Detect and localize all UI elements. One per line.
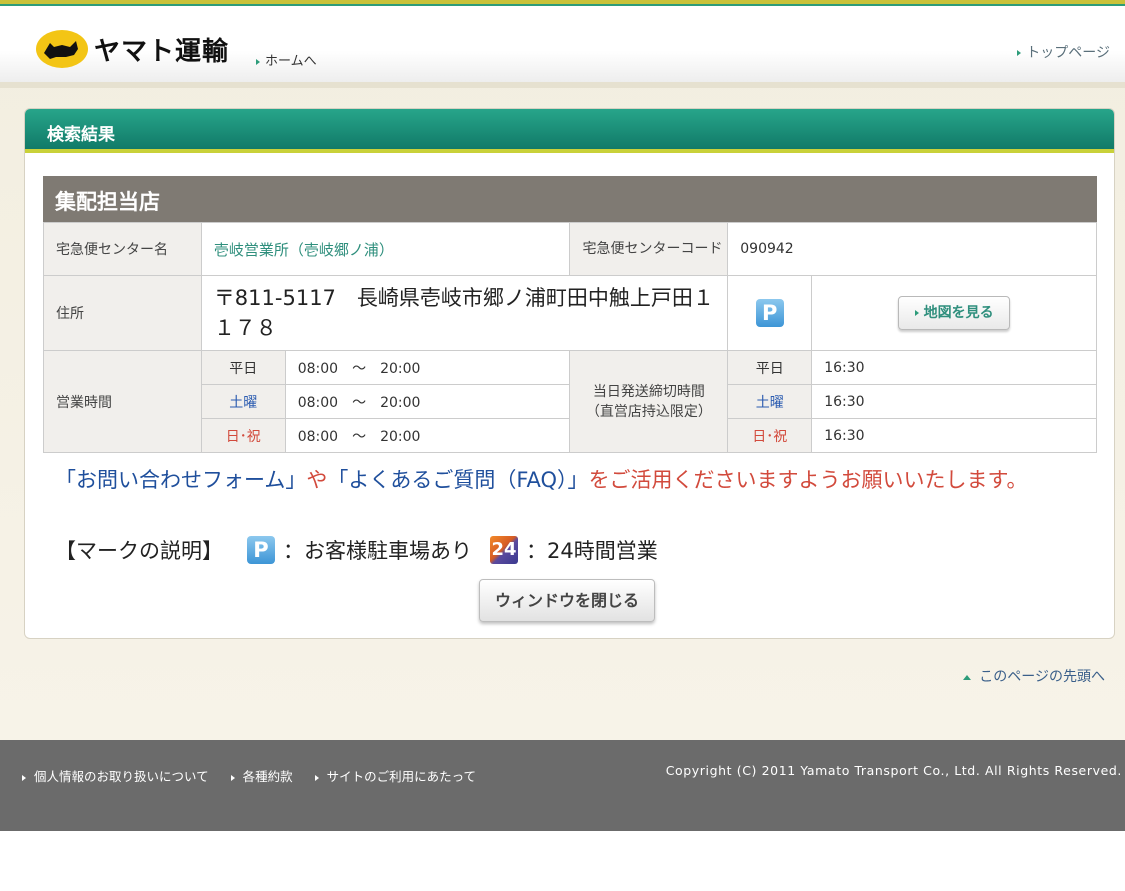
arrow-right-icon [914, 310, 919, 316]
hours-time-sunday: 08:00 〜 20:00 [284, 418, 571, 453]
open-24h-legend-text: ：24時間営業 [526, 539, 658, 563]
legend-title: 【マークの説明】 [55, 539, 223, 563]
center-name-link[interactable]: 壱岐営業所（壱岐郷ノ浦） [214, 241, 394, 259]
parking-icon: P [755, 299, 784, 327]
cutoff-day-weekday: 平日 [727, 350, 813, 385]
center-name-label: 宅急便センター名 [43, 222, 202, 276]
notice-conjunction: や [306, 468, 328, 492]
arrow-up-icon [963, 674, 972, 680]
cutoff-time-weekday: 16:30 [811, 350, 1097, 385]
hours-day-sunday: 日･祝 [200, 418, 286, 453]
hours-time-weekday: 08:00 〜 20:00 [284, 350, 571, 385]
footer-link-terms[interactable]: 各種約款 [230, 766, 293, 785]
footer-link-label: 各種約款 [242, 769, 293, 784]
cutoff-day-sunday: 日･祝 [727, 418, 813, 453]
table-row: 宅急便センター名 壱岐営業所（壱岐郷ノ浦） 宅急便センターコード 090942 [43, 222, 1097, 276]
top-page-link-label: トップページ [1026, 45, 1110, 61]
arrow-right-icon [1017, 50, 1022, 56]
office-info-table: 宅急便センター名 壱岐営業所（壱岐郷ノ浦） 宅急便センターコード 090942 … [43, 222, 1097, 453]
map-cell: 地図を見る [811, 275, 1097, 351]
hours-day-weekday: 平日 [200, 350, 286, 385]
black-cat-logo-icon [36, 30, 88, 68]
view-map-button[interactable]: 地図を見る [898, 296, 1011, 330]
copyright-text: Copyright (C) 2011 Yamato Transport Co.,… [665, 763, 1122, 778]
footer-link-site-usage[interactable]: サイトのご利用にあたって [314, 766, 477, 785]
footer-links: 個人情報のお取り扱いについて 各種約款 サイトのご利用にあたって [22, 766, 498, 785]
hours-time-saturday: 08:00 〜 20:00 [284, 384, 571, 419]
cutoff-time-sunday: 16:30 [811, 418, 1097, 453]
search-results-panel: 検索結果 集配担当店 宅急便センター名 壱岐営業所（壱岐郷ノ浦） 宅急便センター… [24, 108, 1115, 639]
center-code-label: 宅急便センターコード [569, 222, 729, 276]
delivery-office-section: 集配担当店 宅急便センター名 壱岐営業所（壱岐郷ノ浦） 宅急便センターコード 0… [43, 176, 1097, 453]
home-link[interactable]: ホームへ [256, 50, 317, 69]
cutoff-label-line1: 当日発送締切時間 [592, 383, 705, 400]
address-label: 住所 [43, 275, 202, 351]
center-name-cell: 壱岐営業所（壱岐郷ノ浦） [200, 222, 571, 276]
contact-form-link[interactable]: 「お問い合わせフォーム」 [55, 468, 306, 492]
cutoff-time-saturday: 16:30 [811, 384, 1097, 419]
table-row: 営業時間 平日 08:00 〜 20:00 当日発送締切時間 （直営店持込限定）… [43, 350, 1097, 453]
view-map-label: 地図を見る [923, 305, 994, 321]
close-window-button[interactable]: ウィンドウを閉じる [479, 579, 655, 622]
parking-icon: P [247, 536, 275, 564]
mark-legend: 【マークの説明】 P ：お客様駐車場あり 24 ：24時間営業 [55, 535, 658, 565]
notice-text: 「お問い合わせフォーム」や「よくあるご質問（FAQ）」をご活用くださいますようお… [55, 465, 1095, 495]
section-title: 集配担当店 [43, 176, 1097, 222]
faq-link[interactable]: 「よくあるご質問（FAQ）」 [327, 468, 588, 492]
address-value: 〒811-5117 長崎県壱岐市郷ノ浦町田中触上戸田１１７８ [200, 275, 729, 351]
site-footer: 個人情報のお取り扱いについて 各種約款 サイトのご利用にあたって Copyrig… [0, 740, 1125, 831]
logo-text: ヤマト運輸 [94, 36, 230, 67]
table-row: 住所 〒811-5117 長崎県壱岐市郷ノ浦町田中触上戸田１１７８ P 地図を見… [43, 275, 1097, 351]
home-link-label: ホームへ [265, 54, 317, 69]
open-24h-icon: 24 [490, 536, 518, 564]
arrow-right-icon [256, 58, 260, 65]
cutoff-label-line2: （直営店持込限定） [585, 403, 712, 420]
parking-legend-text: ：お客様駐車場あり [283, 539, 472, 563]
footer-link-label: サイトのご利用にあたって [326, 769, 477, 784]
page-top-link-label: このページの先頭へ [979, 669, 1105, 685]
arrow-right-icon [22, 774, 26, 781]
site-header: ヤマト運輸 ホームへ トップページ [0, 0, 1125, 88]
center-code-value: 090942 [727, 222, 1097, 276]
arrow-right-icon [314, 774, 319, 781]
hours-day-saturday: 土曜 [200, 384, 286, 419]
hours-label: 営業時間 [43, 350, 202, 453]
notice-message: をご活用くださいますようお願いいたします。 [588, 468, 1028, 492]
footer-link-label: 個人情報のお取り扱いについて [34, 769, 209, 784]
page-top-link[interactable]: このページの先頭へ [963, 666, 1105, 686]
yamato-logo[interactable]: ヤマト運輸 [36, 30, 229, 68]
footer-link-privacy[interactable]: 個人情報のお取り扱いについて [22, 766, 209, 785]
parking-cell: P [727, 275, 813, 351]
panel-title: 検索結果 [25, 109, 1114, 153]
top-page-link[interactable]: トップページ [1017, 42, 1110, 62]
cutoff-day-saturday: 土曜 [727, 384, 813, 419]
cutoff-label: 当日発送締切時間 （直営店持込限定） [569, 350, 729, 453]
arrow-right-icon [230, 774, 235, 781]
